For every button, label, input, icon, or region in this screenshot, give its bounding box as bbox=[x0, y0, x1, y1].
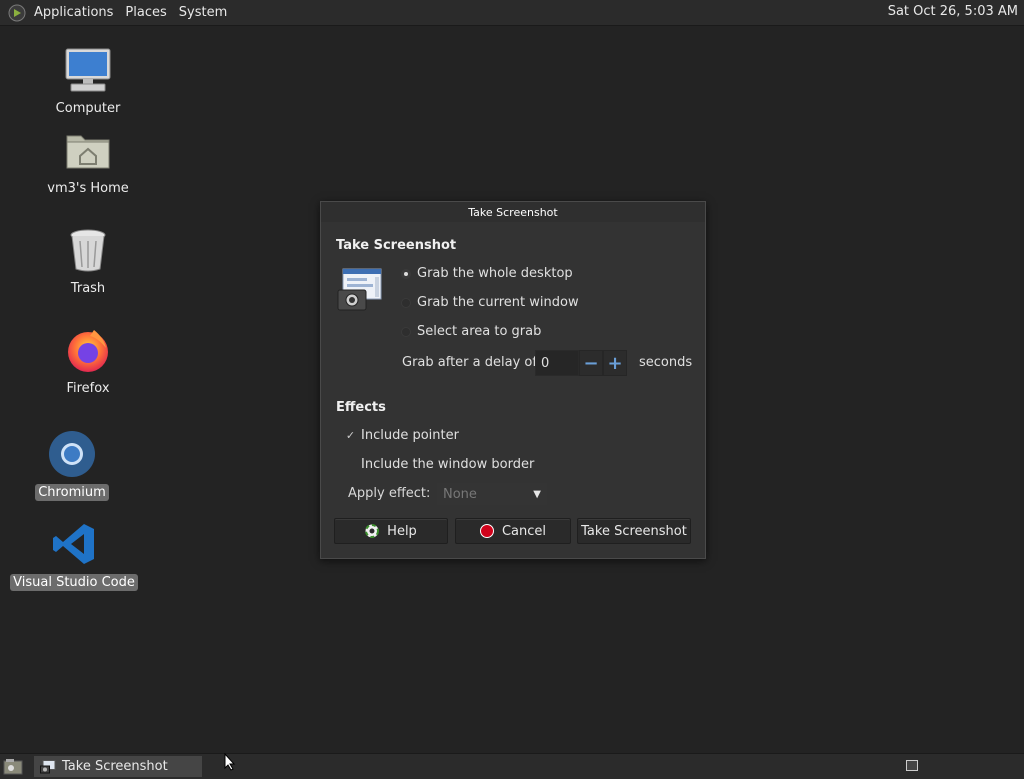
desktop-icon-firefox[interactable]: Firefox bbox=[28, 324, 148, 397]
apply-effect-select[interactable]: None ▼ bbox=[437, 483, 547, 505]
screenshot-camera-icon bbox=[337, 268, 383, 316]
desktop-icon-chromium[interactable]: Chromium bbox=[12, 428, 132, 501]
plus-icon: + bbox=[607, 352, 623, 374]
radio-icon[interactable] bbox=[401, 326, 411, 337]
delay-label: Grab after a delay of bbox=[402, 355, 537, 370]
desktop-icon-label: Firefox bbox=[66, 381, 110, 396]
include-pointer-checkbox[interactable]: ✓ Include pointer bbox=[345, 428, 459, 443]
cancel-button[interactable]: Cancel bbox=[455, 518, 571, 544]
desktop-icon-label: Computer bbox=[55, 101, 121, 116]
desktop-icon-trash[interactable]: Trash bbox=[28, 224, 148, 297]
checkmark-icon[interactable]: ✓ bbox=[345, 430, 356, 441]
menu-system[interactable]: System bbox=[173, 5, 233, 20]
delay-spinbutton[interactable]: 0 − + bbox=[535, 350, 627, 376]
desktop-icon-label: Chromium bbox=[35, 484, 109, 501]
firefox-icon bbox=[62, 324, 114, 376]
help-button[interactable]: Help bbox=[334, 518, 448, 544]
take-screenshot-dialog: Take Screenshot Take Screenshot Grab the… bbox=[320, 201, 706, 559]
dialog-heading: Take Screenshot bbox=[336, 238, 457, 253]
top-panel: Applications Places System Sat Oct 26, 5… bbox=[0, 0, 1024, 26]
delay-input[interactable]: 0 bbox=[535, 350, 579, 376]
take-screenshot-button[interactable]: Take Screenshot bbox=[577, 518, 691, 544]
help-icon bbox=[365, 524, 380, 538]
menu-places[interactable]: Places bbox=[119, 5, 172, 20]
radio-icon[interactable] bbox=[401, 297, 411, 308]
workspace-switcher[interactable] bbox=[906, 760, 918, 771]
screenshot-app-icon bbox=[40, 759, 56, 774]
grab-current-window-option[interactable]: Grab the current window bbox=[401, 295, 579, 310]
computer-icon bbox=[62, 44, 114, 96]
taskbar-take-screenshot[interactable]: Take Screenshot bbox=[34, 756, 202, 777]
desktop-icon-computer[interactable]: Computer bbox=[28, 44, 148, 117]
select-area-option[interactable]: Select area to grab bbox=[401, 324, 541, 339]
vscode-icon bbox=[48, 518, 100, 570]
dropdown-arrow-icon: ▼ bbox=[533, 488, 541, 500]
chromium-icon bbox=[46, 428, 98, 480]
apply-effect-label: Apply effect: bbox=[348, 486, 431, 501]
radio-selected-icon[interactable] bbox=[401, 268, 411, 279]
effects-heading: Effects bbox=[336, 400, 386, 415]
desktop-icon-vscode[interactable]: Visual Studio Code bbox=[10, 518, 138, 591]
desktop-icon-label: Visual Studio Code bbox=[10, 574, 138, 591]
trash-icon bbox=[62, 224, 114, 276]
delay-unit: seconds bbox=[639, 355, 693, 370]
decrease-delay-button[interactable]: − bbox=[579, 350, 603, 376]
clock[interactable]: Sat Oct 26, 5:03 AM bbox=[888, 4, 1018, 19]
mouse-pointer-icon bbox=[224, 752, 236, 775]
dialog-titlebar[interactable]: Take Screenshot bbox=[321, 202, 705, 222]
desktop-icon-label: vm3's Home bbox=[47, 181, 129, 196]
include-window-border-checkbox[interactable]: Include the window border bbox=[345, 457, 534, 472]
apply-effect-value: None bbox=[443, 486, 477, 502]
applications-logo-icon[interactable] bbox=[8, 4, 26, 22]
minus-icon: − bbox=[583, 352, 599, 374]
checkbox-icon[interactable] bbox=[345, 459, 356, 470]
menu-applications[interactable]: Applications bbox=[28, 5, 119, 20]
cancel-icon bbox=[479, 524, 494, 538]
desktop-icon-label: Trash bbox=[70, 281, 106, 296]
bottom-panel: Take Screenshot bbox=[0, 753, 1024, 779]
show-desktop-icon[interactable] bbox=[3, 758, 23, 779]
desktop-icon-home[interactable]: vm3's Home bbox=[28, 124, 148, 197]
dialog-title: Take Screenshot bbox=[468, 205, 558, 219]
grab-whole-desktop-option[interactable]: Grab the whole desktop bbox=[401, 266, 573, 281]
home-folder-icon bbox=[62, 124, 114, 176]
increase-delay-button[interactable]: + bbox=[603, 350, 627, 376]
